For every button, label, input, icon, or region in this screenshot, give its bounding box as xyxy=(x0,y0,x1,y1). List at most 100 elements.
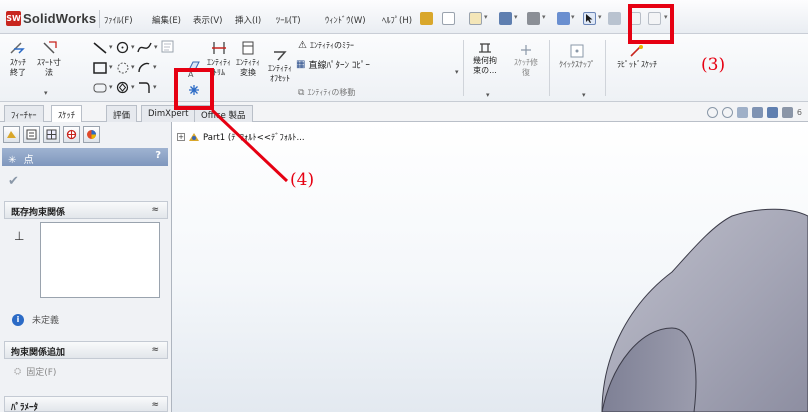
move-entities-button[interactable]: ⧉ ｴﾝﾃｨﾃｨの移動 xyxy=(298,87,355,98)
print-icon[interactable] xyxy=(527,12,540,25)
section-view-icon[interactable] xyxy=(751,107,763,118)
tab-evaluate[interactable]: 評価 xyxy=(106,105,138,122)
fillet-icon[interactable] xyxy=(137,81,151,94)
mirror-entities-button[interactable]: ⚠ ｴﾝﾃｨﾃｨのﾐﾗｰ xyxy=(298,40,354,51)
previous-view-icon[interactable] xyxy=(736,107,748,118)
feature-manager-tab-icon[interactable] xyxy=(3,126,20,143)
pattern-dropdown-icon[interactable]: ▾ xyxy=(455,68,459,76)
manager-tabs xyxy=(3,126,100,143)
add-relations-group-header[interactable]: 拘束関係追加 ≈ xyxy=(4,341,168,359)
offset-label: ｴﾝﾃｨﾃｨ ｵﾌｾｯﾄ xyxy=(268,64,292,83)
rapid-sketch-label: ﾗﾋﾟｯﾄﾞｽｹｯﾁ xyxy=(617,60,657,69)
spline-icon[interactable] xyxy=(137,41,152,54)
rebuild-icon[interactable] xyxy=(608,12,621,25)
quick-snaps-button[interactable]: ｸｲｯｸｽﾅｯﾌﾟ xyxy=(554,44,600,70)
menu-edit[interactable]: 編集(E) xyxy=(152,14,181,26)
move-label: ｴﾝﾃｨﾃｨの移動 xyxy=(307,88,356,97)
save-icon[interactable] xyxy=(499,12,512,25)
convert-entities-icon xyxy=(242,41,254,55)
convert-entities-button[interactable]: ｴﾝﾃｨﾃｨ 変換 xyxy=(235,40,261,78)
undo-icon[interactable] xyxy=(557,12,570,25)
centerline-icon[interactable] xyxy=(93,82,107,94)
fix-anchor-icon: ⛭ xyxy=(14,366,22,377)
zoom-area-icon[interactable] xyxy=(721,107,733,118)
circle-icon[interactable] xyxy=(116,41,129,54)
tab-sketch[interactable]: ｽｹｯﾁ xyxy=(51,105,83,123)
view-orientation-icon[interactable] xyxy=(766,107,778,118)
configuration-manager-tab-icon[interactable] xyxy=(43,126,60,143)
select-dropdown-icon[interactable]: ▾ xyxy=(598,13,602,21)
polygon-icon[interactable] xyxy=(116,81,129,94)
property-manager-header: ✳ 点 ? xyxy=(2,148,168,166)
graphics-area[interactable]: + Part1 (ﾃﾞﾌｫﾙﾄ<<ﾃﾞﾌｫﾙﾄ... xyxy=(172,122,808,412)
parameters-group-header[interactable]: ﾊﾟﾗﾒｰﾀ ≈ xyxy=(4,396,168,412)
existing-relations-label: 既存拘束関係 xyxy=(11,208,66,218)
print-dropdown-icon[interactable]: ▾ xyxy=(542,13,546,21)
save-dropdown-icon[interactable]: ▾ xyxy=(514,13,518,21)
rapid-sketch-icon xyxy=(630,45,643,57)
undo-dropdown-icon[interactable]: ▾ xyxy=(571,13,575,21)
ribbon-separator-2 xyxy=(549,40,550,96)
select-arrow-icon[interactable] xyxy=(583,12,596,25)
menu-tools[interactable]: ﾂｰﾙ(T) xyxy=(276,14,301,26)
dimension-dropdown-icon[interactable]: ▾ xyxy=(44,89,48,97)
smart-dimension-button[interactable]: ｽﾏｰﾄ寸 法 xyxy=(34,40,64,78)
rectangle-icon[interactable] xyxy=(93,62,107,74)
open-dropdown-icon[interactable]: ▾ xyxy=(484,13,488,21)
repair-sketch-button[interactable]: ｽｹｯﾁ修 復 xyxy=(510,44,542,78)
annotation-highlight-4 xyxy=(174,68,214,110)
dimxpert-manager-tab-icon[interactable] xyxy=(63,126,80,143)
ribbon-separator xyxy=(463,40,464,96)
display-style-icon[interactable] xyxy=(781,107,793,118)
menu-help[interactable]: ﾍﾙﾌﾟ(H) xyxy=(382,14,412,26)
menu-insert[interactable]: 挿入(I) xyxy=(235,14,261,26)
property-manager-tab-icon[interactable] xyxy=(23,126,40,143)
menu-window[interactable]: ｳｨﾝﾄﾞｳ(W) xyxy=(325,14,366,26)
slot-dropdown-icon[interactable]: ▾ xyxy=(131,63,135,71)
text-box-icon[interactable] xyxy=(161,40,174,53)
quick-snaps-label: ｸｲｯｸｽﾅｯﾌﾟ xyxy=(559,60,595,69)
collapse-chevron-icon-2[interactable]: ≈ xyxy=(151,345,159,355)
line-dropdown-icon[interactable]: ▾ xyxy=(109,43,113,51)
annotation-highlight-3 xyxy=(628,4,674,44)
move-icon: ⧉ xyxy=(298,87,305,98)
tab-features[interactable]: ﾌｨｰﾁｬｰ xyxy=(4,105,44,122)
offset-entities-button[interactable]: ｴﾝﾃｨﾃｨ ｵﾌｾｯﾄ xyxy=(266,50,294,84)
display-relations-button[interactable]: 幾何拘 束の... xyxy=(468,40,502,76)
existing-relations-list[interactable] xyxy=(40,222,160,298)
ellipse-icon[interactable] xyxy=(137,61,151,74)
centerline-dropdown-icon[interactable]: ▾ xyxy=(109,83,113,91)
linear-pattern-button[interactable]: ▦ 直線ﾊﾟﾀｰﾝ ｺﾋﾟｰ xyxy=(296,58,370,71)
rectangle-dropdown-icon[interactable]: ▾ xyxy=(109,63,113,71)
rapid-sketch-button[interactable]: ﾗﾋﾟｯﾄﾞｽｹｯﾁ xyxy=(612,44,662,70)
more-view-tools-icon[interactable]: 6 xyxy=(797,108,802,117)
menu-file[interactable]: ﾌｧｲﾙ(F) xyxy=(104,14,133,26)
part-model[interactable] xyxy=(172,122,808,412)
property-manager-title: 点 xyxy=(23,155,34,166)
line-icon[interactable] xyxy=(93,42,107,54)
zoom-fit-icon[interactable] xyxy=(706,107,718,118)
help-button[interactable]: ? xyxy=(155,150,161,161)
relations-dropdown-icon[interactable]: ▾ xyxy=(486,91,490,99)
slot-icon[interactable] xyxy=(116,61,130,74)
spline-dropdown-icon[interactable]: ▾ xyxy=(154,43,158,51)
relation-type-icon: ⊥ xyxy=(14,229,25,243)
pin-icon[interactable] xyxy=(420,12,433,25)
fix-relation-option[interactable]: ⛭ 固定(F) xyxy=(14,365,56,379)
display-manager-tab-icon[interactable] xyxy=(83,126,100,143)
quick-snaps-icon xyxy=(570,44,584,58)
quick-snaps-dropdown-icon[interactable]: ▾ xyxy=(582,91,586,99)
new-document-icon[interactable] xyxy=(442,12,455,25)
ellipse-dropdown-icon[interactable]: ▾ xyxy=(153,63,157,71)
collapse-chevron-icon-3[interactable]: ≈ xyxy=(151,400,159,410)
polygon-dropdown-icon[interactable]: ▾ xyxy=(131,83,135,91)
open-folder-icon[interactable] xyxy=(469,12,482,25)
circle-dropdown-icon[interactable]: ▾ xyxy=(131,43,135,51)
menu-view[interactable]: 表示(V) xyxy=(193,14,222,26)
collapse-chevron-icon[interactable]: ≈ xyxy=(151,205,159,215)
fillet-dropdown-icon[interactable]: ▾ xyxy=(153,83,157,91)
existing-relations-group-header[interactable]: 既存拘束関係 ≈ xyxy=(4,201,168,219)
exit-sketch-button[interactable]: ｽｹｯﾁ 終了 xyxy=(5,40,31,78)
smart-dimension-label: ｽﾏｰﾄ寸 法 xyxy=(37,58,61,77)
ok-check-icon[interactable]: ✔ xyxy=(8,174,19,189)
